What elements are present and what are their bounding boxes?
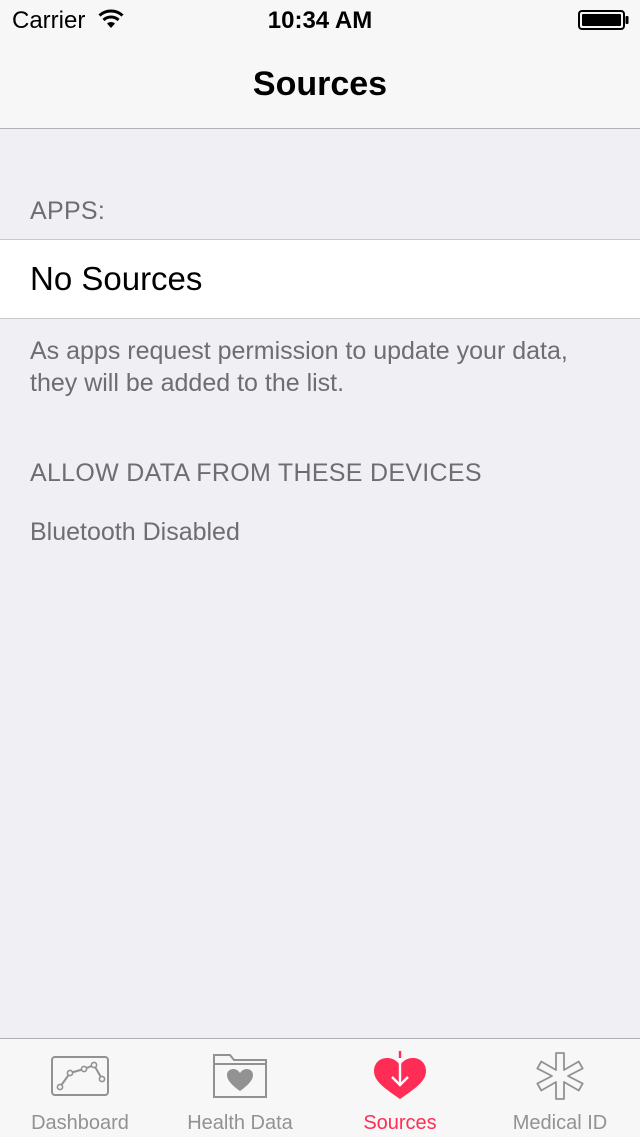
navigation-bar: Sources bbox=[0, 40, 640, 129]
tab-health-data-label: Health Data bbox=[187, 1112, 293, 1134]
health-data-folder-icon bbox=[213, 1054, 267, 1098]
status-bar: Carrier 10:34 AM bbox=[0, 0, 640, 40]
apps-section-footer: As apps request permission to update you… bbox=[30, 337, 568, 397]
battery-icon bbox=[578, 10, 629, 30]
page-title: Sources bbox=[252, 65, 388, 103]
tab-bar: Dashboard Health Data Sources Medical ID bbox=[0, 1038, 640, 1137]
no-sources-label: No Sources bbox=[30, 260, 203, 297]
sources-heart-icon bbox=[374, 1051, 426, 1099]
tab-health-data[interactable]: Health Data bbox=[160, 1039, 320, 1137]
dashboard-chart-icon bbox=[51, 1056, 109, 1096]
tab-sources[interactable]: Sources bbox=[320, 1039, 480, 1137]
status-time: 10:34 AM bbox=[267, 7, 373, 34]
devices-section-header: ALLOW DATA FROM THESE DEVICES bbox=[30, 459, 482, 487]
no-sources-cell: No Sources bbox=[0, 239, 640, 319]
medical-id-asterisk-icon bbox=[536, 1052, 584, 1100]
tab-dashboard-label: Dashboard bbox=[31, 1112, 129, 1134]
bluetooth-status: Bluetooth Disabled bbox=[30, 518, 240, 546]
apps-section-header: APPS: bbox=[30, 197, 106, 225]
tab-dashboard[interactable]: Dashboard bbox=[0, 1039, 160, 1137]
tab-medical-id-label: Medical ID bbox=[512, 1112, 608, 1134]
tab-medical-id[interactable]: Medical ID bbox=[480, 1039, 640, 1137]
tab-sources-label: Sources bbox=[363, 1112, 437, 1134]
